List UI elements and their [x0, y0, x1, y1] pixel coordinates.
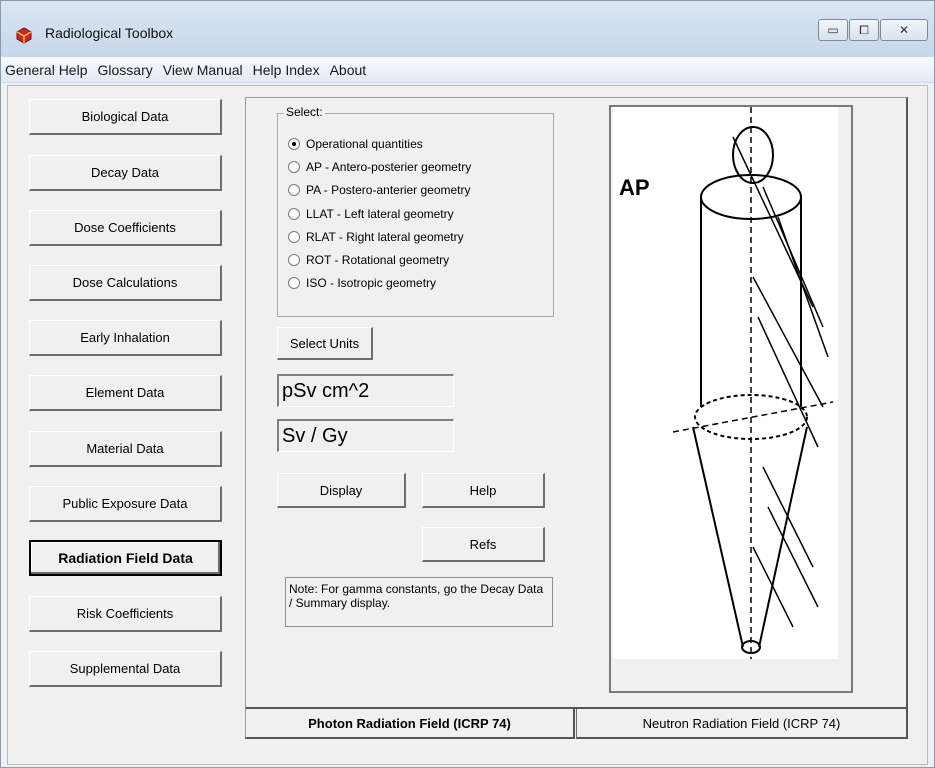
menu-about[interactable]: About — [330, 62, 367, 78]
radio-checked-icon — [288, 138, 300, 150]
tab-photon-radiation-field[interactable]: Photon Radiation Field (ICRP 74) — [245, 709, 575, 739]
nav-biological-data-button[interactable]: Biological Data — [29, 99, 222, 135]
window-title: Radiological Toolbox — [45, 25, 174, 41]
radio-rlat[interactable]: RLAT - Right lateral geometry — [288, 230, 464, 244]
select-legend: Select: — [284, 105, 325, 119]
menu-view-manual[interactable]: View Manual — [163, 62, 243, 78]
title-bar[interactable]: Radiological Toolbox ▭ ⧠ ✕ — [1, 1, 934, 57]
radio-label: AP - Antero-posterier geometry — [306, 160, 472, 174]
menu-general-help[interactable]: General Help — [5, 62, 88, 78]
nav-risk-coefficients-button[interactable]: Risk Coefficients — [29, 596, 222, 632]
nav-early-inhalation-button[interactable]: Early Inhalation — [29, 320, 222, 356]
menu-help-index[interactable]: Help Index — [253, 62, 320, 78]
gamma-note: Note: For gamma constants, go the Decay … — [285, 577, 553, 627]
app-window: Radiological Toolbox ▭ ⧠ ✕ General Help … — [0, 0, 935, 768]
radio-label: ROT - Rotational geometry — [306, 253, 450, 267]
display-button[interactable]: Display — [277, 473, 406, 508]
radio-icon — [288, 184, 300, 196]
radio-icon — [288, 254, 300, 266]
help-button[interactable]: Help — [422, 473, 545, 508]
menu-bar: General Help Glossary View Manual Help I… — [1, 57, 934, 83]
radio-icon — [288, 231, 300, 243]
radio-rot[interactable]: ROT - Rotational geometry — [288, 253, 449, 267]
radio-icon — [288, 208, 300, 220]
close-button[interactable]: ✕ — [880, 19, 928, 41]
radio-label: ISO - Isotropic geometry — [306, 276, 437, 290]
nav-dose-calculations-button[interactable]: Dose Calculations — [29, 265, 222, 301]
nav-decay-data-button[interactable]: Decay Data — [29, 155, 222, 191]
maximize-button[interactable]: ⧠ — [849, 19, 879, 41]
maximize-icon: ⧠ — [859, 22, 869, 37]
radio-label: PA - Postero-anterier geometry — [306, 183, 471, 197]
select-units-button[interactable]: Select Units — [277, 327, 373, 360]
close-icon: ✕ — [898, 23, 910, 37]
refs-button[interactable]: Refs — [422, 527, 545, 562]
nav-material-data-button[interactable]: Material Data — [29, 431, 222, 467]
radio-llat[interactable]: LLAT - Left lateral geometry — [288, 207, 454, 221]
radio-icon — [288, 277, 300, 289]
nav-dose-coefficients-button[interactable]: Dose Coefficients — [29, 210, 222, 246]
radio-operational-quantities[interactable]: Operational quantities — [288, 137, 423, 151]
radio-label: LLAT - Left lateral geometry — [306, 207, 454, 221]
minimize-icon: ▭ — [827, 23, 839, 37]
menu-glossary[interactable]: Glossary — [98, 62, 153, 78]
radio-pa[interactable]: PA - Postero-anterier geometry — [288, 183, 471, 197]
radio-label: RLAT - Right lateral geometry — [306, 230, 464, 244]
radio-iso[interactable]: ISO - Isotropic geometry — [288, 276, 436, 290]
minimize-button[interactable]: ▭ — [818, 19, 848, 41]
tab-neutron-radiation-field[interactable]: Neutron Radiation Field (ICRP 74) — [576, 709, 908, 739]
nav-supplemental-data-button[interactable]: Supplemental Data — [29, 651, 222, 687]
nav-element-data-button[interactable]: Element Data — [29, 375, 222, 411]
nav-public-exposure-data-button[interactable]: Public Exposure Data — [29, 486, 222, 522]
toolbox-icon — [16, 27, 32, 44]
unit-field-1: pSv cm^2 — [277, 374, 454, 407]
radio-ap[interactable]: AP - Antero-posterier geometry — [288, 160, 471, 174]
figure-label: AP — [619, 175, 650, 200]
phantom-drawing: AP — [619, 107, 834, 659]
ap-geometry-figure: AP — [613, 107, 838, 659]
nav-radiation-field-data-button[interactable]: Radiation Field Data — [29, 540, 222, 576]
radio-label: Operational quantities — [306, 137, 423, 151]
unit-field-2: Sv / Gy — [277, 419, 454, 452]
radio-icon — [288, 161, 300, 173]
